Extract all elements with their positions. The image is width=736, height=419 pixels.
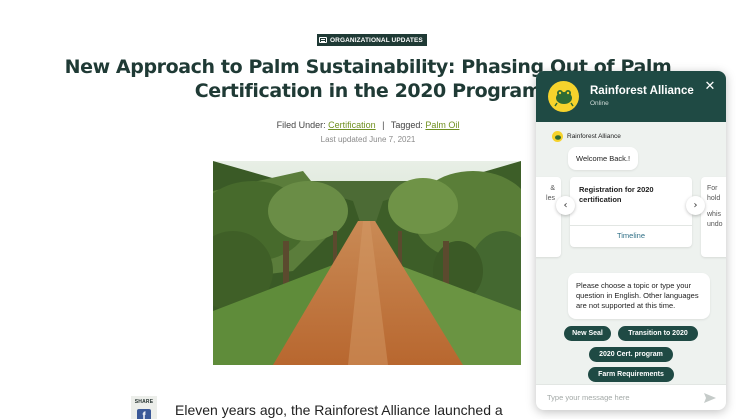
article-meta: Filed Under: Certification | Tagged: Pal… [200,120,536,130]
chat-widget: Rainforest Alliance Online ✕ Rainforest … [536,71,726,410]
meta-separator: | [382,120,385,130]
close-icon[interactable]: ✕ [703,79,717,93]
facebook-icon[interactable]: f [137,409,151,419]
tagged-label: Tagged: [390,120,423,130]
card-title: Registration for 2020 certification [579,185,654,204]
filed-under-label: Filed Under: [276,120,326,130]
message-input[interactable]: Type your message here [547,393,630,402]
chip-transition-2020[interactable]: Transition to 2020 [618,326,698,341]
card-fragment: hold [707,195,721,202]
card-fragment: & [550,185,555,192]
tagged-link[interactable]: Palm Oil [425,120,459,130]
share-panel: SHARE f [131,396,157,419]
message-sender: Rainforest Alliance [552,131,621,142]
carousel-card-registration[interactable]: Registration for 2020 certification Time… [570,177,692,247]
timeline-link[interactable]: Timeline [570,231,692,240]
article-title-line-2: Certification in the 2020 Program [194,80,542,102]
filed-under-link[interactable]: Certification [328,120,376,130]
rainforest-frog-logo-icon [548,81,579,112]
carousel-card-previous[interactable]: & les [536,177,561,257]
last-updated: Last updated June 7, 2021 [320,135,416,144]
category-label: ORGANIZATIONAL UPDATES [330,36,423,44]
palm-plantation-photo [213,161,521,365]
category-badge[interactable]: ORGANIZATIONAL UPDATES [317,34,427,46]
chip-farm-requirements[interactable]: Farm Requirements [588,367,674,382]
carousel-next-button[interactable]: › [686,196,705,215]
palm-road-image [213,161,521,365]
card-fragment: undo [707,221,723,228]
chat-input-bar[interactable]: Type your message here [536,384,726,410]
card-divider [570,225,692,226]
chip-2020-cert-program[interactable]: 2020 Cert. program [589,347,673,362]
share-label: SHARE [134,399,154,405]
chat-status: Online [590,100,609,107]
sender-avatar-icon [552,131,563,142]
sender-name: Rainforest Alliance [567,133,621,140]
card-fragment: For [707,185,718,192]
welcome-message: Welcome Back.! [568,147,639,170]
chat-header: Rainforest Alliance Online ✕ [536,71,726,122]
chevron-left-icon: ‹ [563,200,568,211]
news-icon [319,37,327,43]
card-fragment: les [546,195,555,202]
carousel-prev-button[interactable]: ‹ [556,196,575,215]
card-fragment: whis [707,211,722,218]
send-icon[interactable] [703,391,717,405]
frog-icon [553,89,574,106]
chevron-right-icon: › [693,200,698,211]
topic-prompt-message: Please choose a topic or type your quest… [568,273,710,319]
chip-new-seal[interactable]: New Seal [564,326,611,341]
chat-agent-name: Rainforest Alliance [590,85,694,97]
carousel-card-next[interactable]: For hold whis undo [701,177,726,257]
article-lead-paragraph: Eleven years ago, the Rainforest Allianc… [175,402,503,418]
